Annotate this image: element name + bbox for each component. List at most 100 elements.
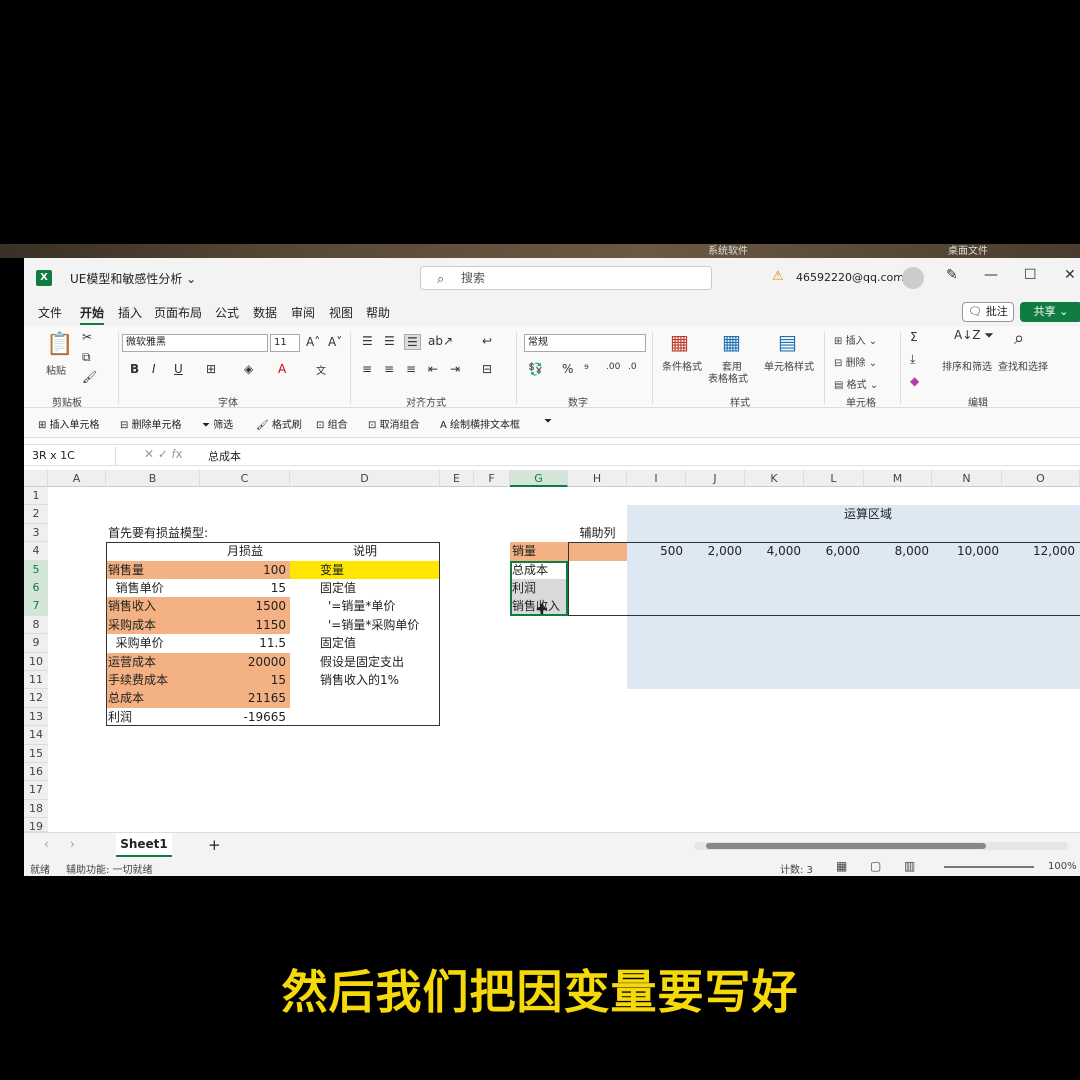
column-header[interactable]: L [804, 470, 864, 487]
align-bottom-icon[interactable]: ☰ [404, 334, 421, 350]
currency-icon[interactable]: 💱 [528, 362, 543, 376]
increase-decimal-icon[interactable]: .00 [606, 362, 620, 372]
paste-label[interactable]: 粘贴 [46, 362, 66, 377]
font-name-select[interactable]: 微软雅黑 [122, 334, 268, 352]
next-sheet-icon[interactable]: › [70, 837, 75, 851]
wrap-text-icon[interactable]: ↩ [482, 334, 492, 348]
add-sheet-button[interactable]: + [208, 836, 221, 854]
menu-review[interactable]: 审阅 [291, 304, 315, 321]
quick-filter[interactable]: ⏷ 筛选 [202, 416, 233, 431]
row-header[interactable]: 12 [24, 689, 48, 708]
fill-icon[interactable]: ⤓ [910, 352, 915, 367]
align-middle-icon[interactable]: ☰ [384, 334, 395, 348]
row-header[interactable]: 14 [24, 726, 48, 745]
format-cells-button[interactable]: ▤ 格式 ⌄ [834, 376, 878, 391]
row-header[interactable]: 18 [24, 799, 48, 819]
column-header[interactable]: J [686, 470, 745, 487]
align-center-icon[interactable]: ≡ [384, 362, 394, 376]
name-box[interactable]: 3R x 1C [28, 447, 116, 465]
column-header[interactable]: A [48, 470, 106, 487]
align-right-icon[interactable]: ≡ [406, 362, 416, 376]
menu-view[interactable]: 视图 [329, 304, 353, 321]
find-select-button[interactable]: 查找和选择 [998, 358, 1048, 373]
phonetic-icon[interactable]: 文 [316, 362, 326, 377]
column-header[interactable]: M [864, 470, 932, 487]
conditional-format-icon[interactable]: ▦ [670, 330, 689, 354]
accessibility-status[interactable]: 辅助功能: 一切就绪 [66, 861, 153, 876]
menu-file[interactable]: 文件 [38, 304, 62, 321]
zoom-slider[interactable] [944, 866, 1034, 868]
align-top-icon[interactable]: ☰ [362, 334, 373, 348]
conditional-format-button[interactable]: 条件格式 [662, 358, 702, 373]
search-input[interactable]: ⌕ 搜索 [420, 266, 712, 290]
share-button[interactable]: 共享 ⌄ [1020, 302, 1080, 322]
sensitivity-label[interactable]: 销量 [512, 542, 536, 560]
page-break-view-icon[interactable]: ▥ [904, 859, 915, 873]
scrollbar-thumb[interactable] [706, 843, 986, 849]
insert-cells-button[interactable]: ⊞ 插入 ⌄ [834, 332, 877, 347]
horizontal-scrollbar[interactable] [694, 842, 1068, 850]
sort-filter-icon[interactable]: A↓Z ⏷ [954, 328, 994, 343]
shrink-font-icon[interactable]: A˅ [328, 335, 342, 349]
minimize-icon[interactable]: — [984, 267, 998, 283]
row-header[interactable]: 4 [24, 542, 48, 561]
menu-data[interactable]: 数据 [253, 304, 277, 321]
sort-filter-button[interactable]: 排序和筛选 [942, 358, 992, 373]
menu-help[interactable]: 帮助 [366, 304, 390, 321]
row-header[interactable]: 16 [24, 763, 48, 782]
warning-icon[interactable]: ⚠ [772, 269, 784, 284]
clear-icon[interactable]: ◆ [910, 374, 919, 388]
column-header[interactable]: C [200, 470, 290, 487]
format-painter-icon[interactable]: 🖌 [82, 370, 97, 384]
cell-styles-button[interactable]: 单元格样式 [764, 358, 814, 373]
copy-icon[interactable]: ⧉ [82, 350, 91, 365]
decrease-indent-icon[interactable]: ⇤ [428, 362, 438, 376]
column-header[interactable]: H [568, 470, 627, 487]
number-format-select[interactable]: 常规 [524, 334, 646, 352]
quick-delete-cells[interactable]: ⊟ 删除单元格 [120, 416, 182, 431]
format-table-icon[interactable]: ▦ [722, 330, 741, 354]
align-left-icon[interactable]: ≡ [362, 362, 372, 376]
maximize-icon[interactable]: ☐ [1024, 267, 1037, 283]
comment-button[interactable]: 🗨 批注 [962, 302, 1014, 322]
sensitivity-label[interactable]: 利润 [512, 579, 536, 597]
quick-insert-cells[interactable]: ⊞ 插入单元格 [38, 416, 100, 431]
format-table-button[interactable]: 表格格式 [708, 370, 748, 385]
delete-cells-button[interactable]: ⊟ 删除 ⌄ [834, 354, 877, 369]
account-email[interactable]: 46592220@qq.com [796, 271, 904, 284]
comma-icon[interactable]: ⁹ [584, 362, 589, 376]
document-title[interactable]: UE模型和敏感性分析 ⌄ [70, 270, 196, 287]
increase-indent-icon[interactable]: ⇥ [450, 362, 460, 376]
row-header[interactable]: 2 [24, 505, 48, 524]
merge-icon[interactable]: ⊟ [482, 362, 492, 376]
row-header[interactable]: 8 [24, 615, 48, 635]
quick-more-icon[interactable]: ⏷ [544, 416, 552, 427]
menu-formulas[interactable]: 公式 [215, 304, 239, 321]
fx-icon[interactable]: ✕ ✓ 𝑓x [144, 447, 183, 462]
grow-font-icon[interactable]: A˄ [306, 335, 320, 349]
row-header[interactable]: 1 [24, 487, 48, 506]
quick-format-painter[interactable]: 🖌 格式刷 [256, 416, 302, 431]
italic-button[interactable]: I [152, 362, 156, 376]
worksheet-grid[interactable]: A B C D E F G H I J K L M N O 1 2 3 4 5 … [24, 470, 1080, 832]
menu-insert[interactable]: 插入 [118, 304, 142, 321]
column-header[interactable]: B [106, 470, 200, 487]
autosum-button[interactable]: Σ [910, 330, 918, 344]
percent-button[interactable]: % [562, 362, 573, 376]
pen-icon[interactable]: ✎ [946, 267, 958, 283]
font-color-icon[interactable]: A [278, 362, 286, 376]
row-header[interactable]: 3 [24, 523, 48, 543]
column-header[interactable]: F [474, 470, 510, 487]
font-size-select[interactable]: 11 [270, 334, 300, 352]
sheet-tab[interactable]: Sheet1 [116, 833, 172, 857]
prev-sheet-icon[interactable]: ‹ [44, 837, 49, 851]
orientation-icon[interactable]: ab↗ [428, 334, 453, 348]
quick-ungroup[interactable]: ⊡ 取消组合 [368, 416, 420, 431]
paste-icon[interactable]: 📋 [46, 332, 73, 357]
row-header[interactable]: 10 [24, 652, 48, 671]
page-layout-view-icon[interactable]: ▢ [870, 859, 881, 873]
avatar[interactable] [902, 267, 924, 289]
column-header[interactable]: K [745, 470, 804, 487]
cut-icon[interactable]: ✂ [82, 330, 92, 344]
quick-group[interactable]: ⊡ 组合 [316, 416, 348, 431]
